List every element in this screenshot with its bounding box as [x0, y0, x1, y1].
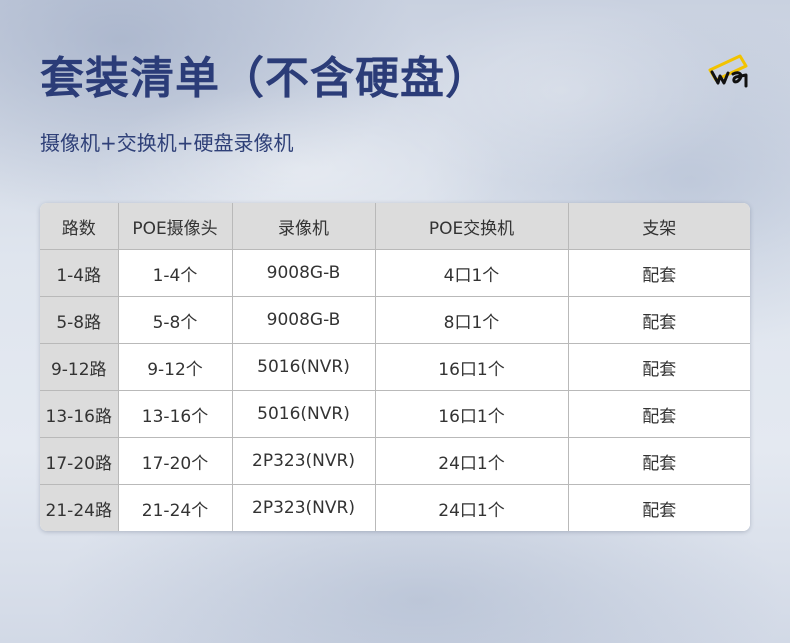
cell-channels: 17-20路: [40, 437, 119, 485]
page-title: 套装清单（不含硬盘）: [40, 53, 490, 104]
table-header-row: 路数 POE摄像头 录像机 POE交换机 支架: [40, 203, 750, 250]
package-table-card: 路数 POE摄像头 录像机 POE交换机 支架 1-4路 1-4个 9008G-…: [40, 203, 750, 531]
package-table: 路数 POE摄像头 录像机 POE交换机 支架 1-4路 1-4个 9008G-…: [40, 203, 750, 531]
cell-poe-camera: 9-12个: [117, 343, 233, 391]
cell-channels: 1-4路: [40, 249, 119, 297]
table-row: 9-12路 9-12个 5016(NVR) 16口1个 配套: [40, 343, 750, 391]
cell-poe-switch: 16口1个: [374, 390, 569, 438]
cell-channels: 13-16路: [40, 390, 119, 438]
column-header-bracket: 支架: [567, 203, 750, 250]
cell-bracket: 配套: [567, 249, 750, 297]
cell-poe-switch: 8口1个: [374, 296, 569, 344]
cell-poe-switch: 24口1个: [374, 437, 569, 485]
cell-bracket: 配套: [567, 484, 750, 531]
column-header-poe-camera: POE摄像头: [117, 203, 233, 250]
column-header-channels: 路数: [40, 203, 119, 250]
table-row: 21-24路 21-24个 2P323(NVR) 24口1个 配套: [40, 484, 750, 531]
cell-poe-camera: 17-20个: [117, 437, 233, 485]
page-subtitle: 摄像机+交换机+硬盘录像机: [40, 131, 294, 155]
cell-bracket: 配套: [567, 437, 750, 485]
camera-logo-icon: [708, 54, 748, 88]
table-row: 5-8路 5-8个 9008G-B 8口1个 配套: [40, 296, 750, 344]
cell-channels: 9-12路: [40, 343, 119, 391]
cell-recorder: 2P323(NVR): [231, 437, 376, 485]
cell-channels: 21-24路: [40, 484, 119, 531]
cell-poe-camera: 1-4个: [117, 249, 233, 297]
cell-poe-camera: 5-8个: [117, 296, 233, 344]
cell-poe-switch: 4口1个: [374, 249, 569, 297]
column-header-recorder: 录像机: [231, 203, 376, 250]
cell-recorder: 9008G-B: [231, 249, 376, 297]
cell-recorder: 5016(NVR): [231, 343, 376, 391]
table-row: 13-16路 13-16个 5016(NVR) 16口1个 配套: [40, 390, 750, 438]
table-row: 17-20路 17-20个 2P323(NVR) 24口1个 配套: [40, 437, 750, 485]
cell-channels: 5-8路: [40, 296, 119, 344]
cell-bracket: 配套: [567, 296, 750, 344]
cell-bracket: 配套: [567, 343, 750, 391]
column-header-poe-switch: POE交换机: [374, 203, 569, 250]
cell-poe-camera: 21-24个: [117, 484, 233, 531]
cell-recorder: 2P323(NVR): [231, 484, 376, 531]
cell-bracket: 配套: [567, 390, 750, 438]
cell-poe-switch: 24口1个: [374, 484, 569, 531]
cell-recorder: 5016(NVR): [231, 390, 376, 438]
table-row: 1-4路 1-4个 9008G-B 4口1个 配套: [40, 249, 750, 297]
cell-poe-camera: 13-16个: [117, 390, 233, 438]
cell-recorder: 9008G-B: [231, 296, 376, 344]
cell-poe-switch: 16口1个: [374, 343, 569, 391]
